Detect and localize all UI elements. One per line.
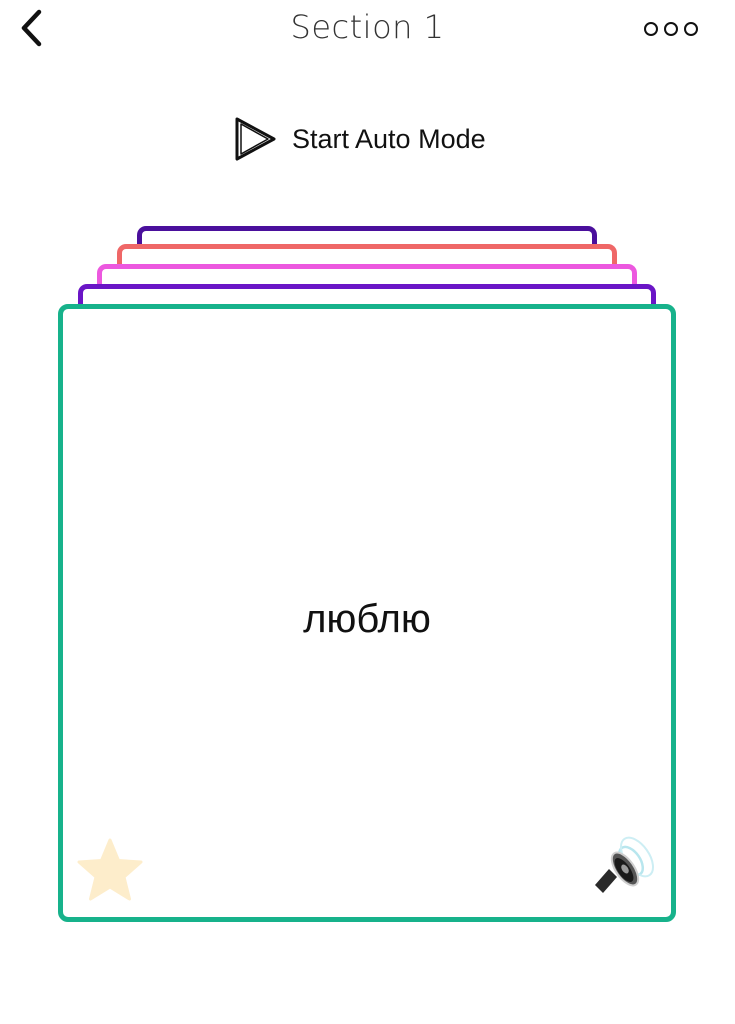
auto-mode-label: Start Auto Mode xyxy=(292,123,486,154)
play-outline-icon xyxy=(232,115,278,163)
speaker-icon xyxy=(595,836,654,893)
more-circles-icon xyxy=(644,22,698,36)
page-title: Section 1 xyxy=(290,8,445,46)
card-word: люблю xyxy=(303,597,431,641)
start-auto-mode-button[interactable]: Start Auto Mode xyxy=(232,114,486,164)
star-icon xyxy=(77,838,143,901)
play-audio-button[interactable] xyxy=(587,835,659,907)
more-options-button[interactable] xyxy=(639,14,703,44)
favorite-button[interactable] xyxy=(75,835,145,905)
flashcard-screen: Section 1 Start Auto Mode люблю xyxy=(0,0,735,1024)
flashcard[interactable]: люблю xyxy=(58,304,676,922)
